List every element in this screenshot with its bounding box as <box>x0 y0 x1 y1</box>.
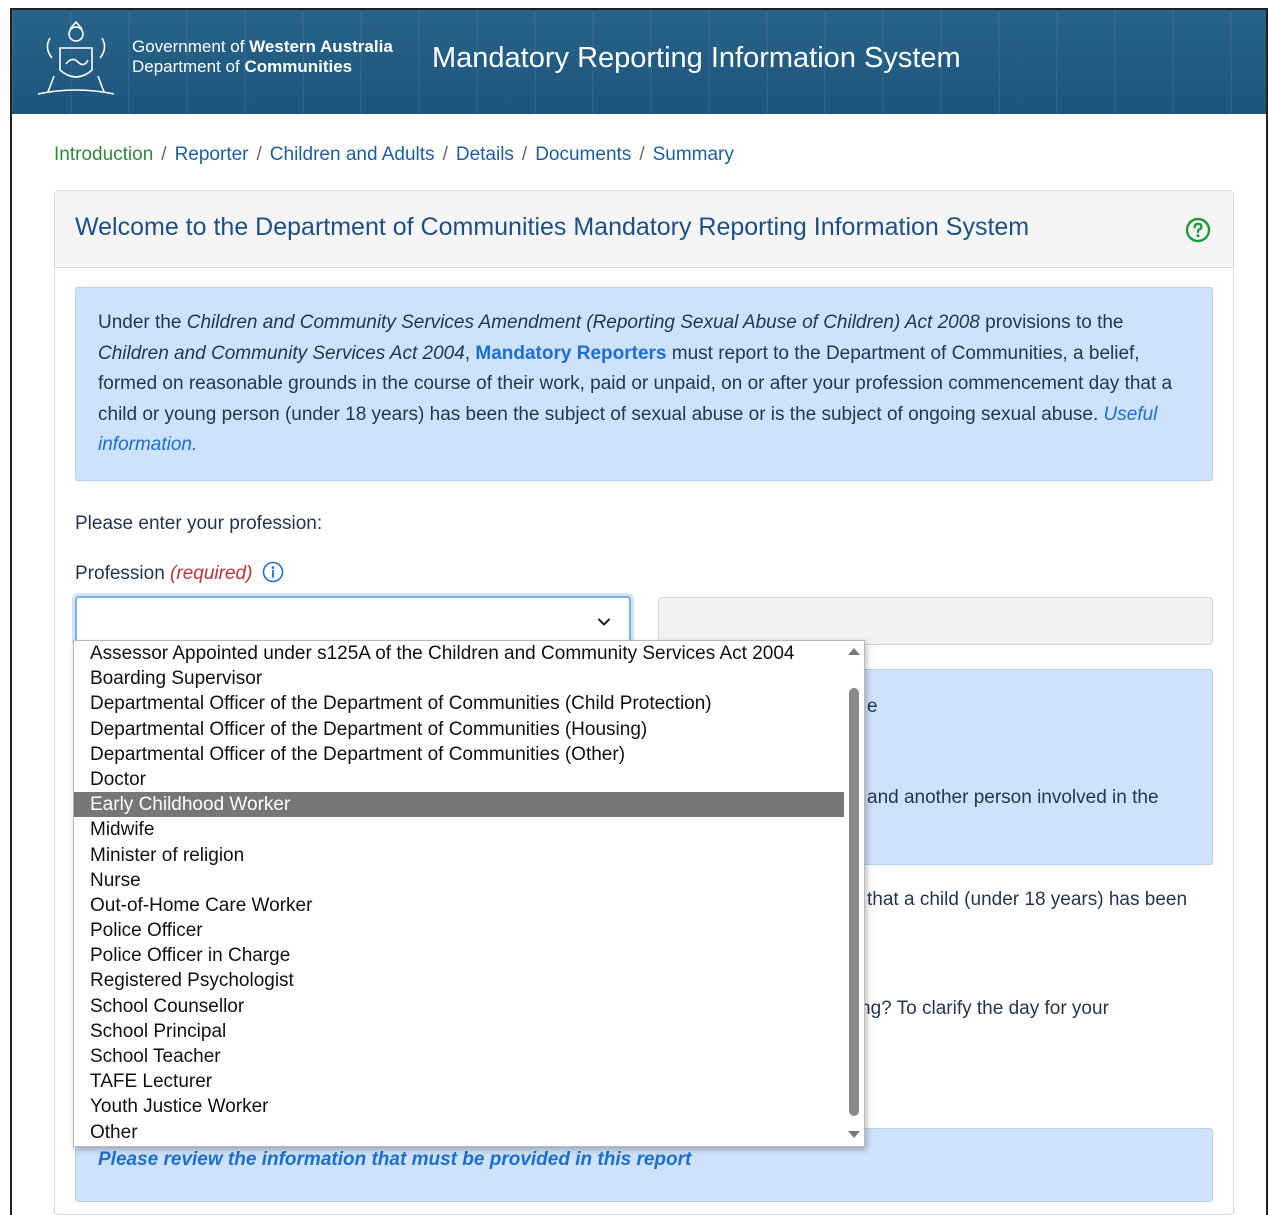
profession-label: Profession (required) <box>75 561 284 585</box>
dropdown-options: Assessor Appointed under s125A of the Ch… <box>74 641 845 1145</box>
wa-government-crest-icon <box>37 20 115 95</box>
breadcrumb-separator: / <box>442 144 448 165</box>
other-profession-input[interactable] <box>658 597 1213 645</box>
dropdown-option[interactable]: Registered Psychologist <box>74 968 845 993</box>
dropdown-option[interactable]: Boarding Supervisor <box>74 666 845 691</box>
system-title: Mandatory Reporting Information System <box>432 42 961 74</box>
breadcrumb: Introduction / Reporter / Children and Adult… <box>54 144 734 166</box>
profession-select[interactable] <box>75 596 631 646</box>
dropdown-option[interactable]: TAFE Lecturer <box>74 1069 845 1094</box>
profession-label-text: Profession <box>75 563 171 584</box>
dropdown-option[interactable]: Minister of religion <box>74 843 845 868</box>
profession-prompt: Please enter your profession: <box>75 513 323 534</box>
required-marker: (required) <box>170 563 253 584</box>
intro-text: Under the <box>98 312 187 333</box>
dropdown-option[interactable]: Doctor <box>74 767 845 792</box>
obscured-text: e <box>867 696 878 717</box>
dropdown-option[interactable]: School Counsellor <box>74 994 845 1019</box>
mandatory-reporters-link[interactable]: Mandatory Reporters <box>475 343 666 364</box>
dropdown-option[interactable]: School Teacher <box>74 1044 845 1069</box>
intro-text: , <box>464 342 476 364</box>
government-wordmark: Government of Western Australia Departme… <box>132 37 393 77</box>
info-circle-icon[interactable] <box>262 561 284 583</box>
scrollbar-thumb[interactable] <box>849 688 859 1116</box>
dropdown-option[interactable]: Early Childhood Worker <box>74 792 845 818</box>
dropdown-option[interactable]: Departmental Officer of the Department o… <box>74 691 845 716</box>
profession-dropdown-list[interactable]: Assessor Appointed under s125A of the Ch… <box>73 640 865 1147</box>
breadcrumb-summary[interactable]: Summary <box>653 144 734 165</box>
site-banner: Government of Western Australia Departme… <box>12 10 1266 114</box>
act-2004-name: Children and Community Services Act 2004 <box>98 342 465 364</box>
dropdown-option[interactable]: Police Officer <box>74 918 845 943</box>
scroll-down-arrow-icon[interactable] <box>848 1131 860 1138</box>
help-circle-icon[interactable] <box>1185 217 1211 243</box>
dropdown-option[interactable]: School Principal <box>74 1019 845 1044</box>
dropdown-option[interactable]: Youth Justice Worker <box>74 1094 845 1119</box>
dropdown-option[interactable]: Police Officer in Charge <box>74 943 845 968</box>
breadcrumb-introduction[interactable]: Introduction <box>54 144 153 165</box>
obscured-text: that a child (under 18 years) has been <box>867 889 1188 910</box>
obscured-text: ng? To clarify the day for your <box>860 998 1109 1019</box>
breadcrumb-documents[interactable]: Documents <box>535 144 631 165</box>
act-2008-name: Children and Community Services Amendmen… <box>186 312 980 333</box>
dropdown-option[interactable]: Departmental Officer of the Department o… <box>74 717 845 742</box>
dropdown-scrollbar[interactable] <box>844 641 864 1146</box>
intro-text: provisions to the <box>979 312 1124 333</box>
gov-prefix: Government of <box>132 37 250 56</box>
breadcrumb-reporter[interactable]: Reporter <box>175 144 249 165</box>
dropdown-option[interactable]: Assessor Appointed under s125A of the Ch… <box>74 641 845 666</box>
breadcrumb-details[interactable]: Details <box>456 144 514 165</box>
panel-title: Welcome to the Department of Communities… <box>75 213 1030 241</box>
breadcrumb-separator: / <box>639 144 645 165</box>
dropdown-option[interactable]: Midwife <box>74 817 845 842</box>
intro-info-box: Under the Children and Community Service… <box>75 287 1213 481</box>
breadcrumb-separator: / <box>521 144 528 165</box>
chevron-down-icon <box>598 618 610 626</box>
obscured-text: and another person involved in the <box>867 787 1159 808</box>
breadcrumb-children-and-adults[interactable]: Children and Adults <box>270 144 435 165</box>
dropdown-option[interactable]: Other <box>74 1120 845 1145</box>
breadcrumb-separator: / <box>256 144 262 165</box>
breadcrumb-separator: / <box>161 144 167 165</box>
panel-header: Welcome to the Department of Communities… <box>55 191 1233 268</box>
scroll-up-arrow-icon[interactable] <box>848 648 860 655</box>
gov-strong: Western Australia <box>249 37 393 56</box>
dropdown-option[interactable]: Departmental Officer of the Department o… <box>74 742 845 767</box>
dept-prefix: Department of <box>132 57 245 76</box>
dept-strong: Communities <box>244 57 353 76</box>
dropdown-option[interactable]: Out-of-Home Care Worker <box>74 893 845 918</box>
dropdown-option[interactable]: Nurse <box>74 868 845 893</box>
review-information-link[interactable]: Please review the information that must … <box>98 1149 691 1171</box>
